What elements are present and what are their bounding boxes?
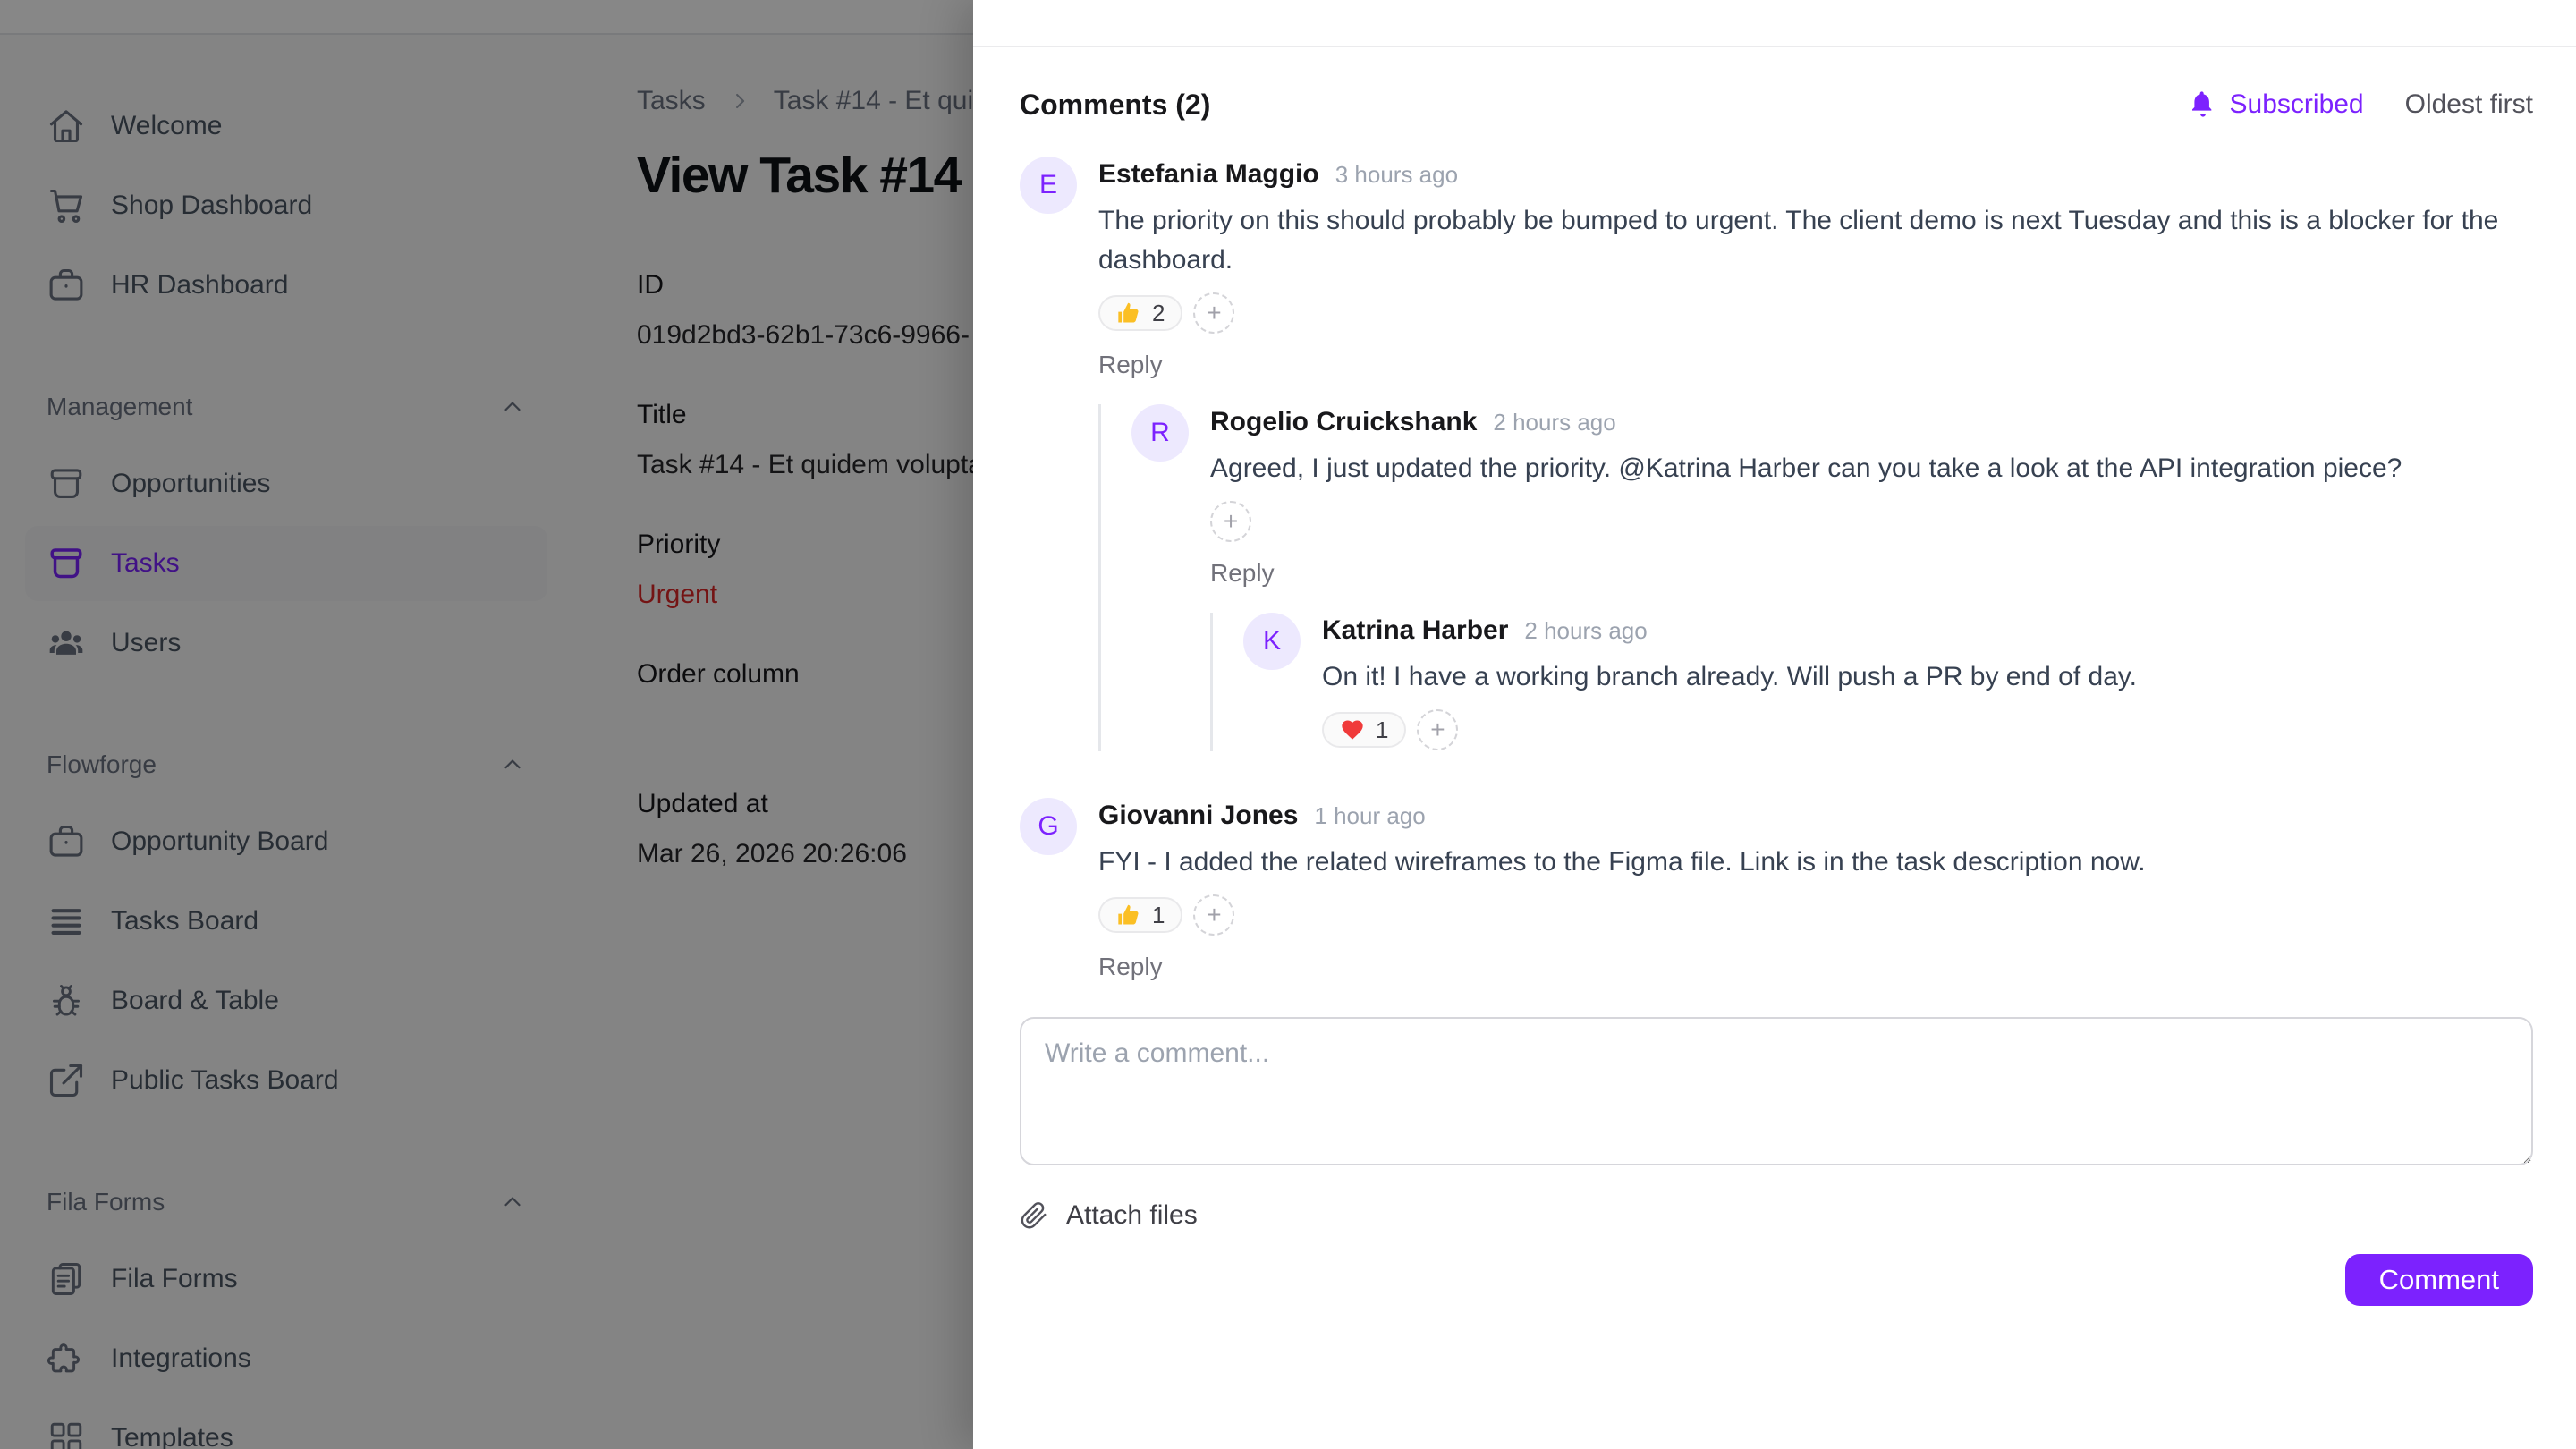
thumbs-up-icon — [1116, 301, 1141, 326]
reply-button[interactable]: Reply — [1098, 953, 1163, 981]
heart-icon — [1340, 717, 1365, 742]
panel-header-bar — [973, 0, 2576, 47]
comment-meta: Giovanni Jones 1 hour ago — [1098, 798, 2533, 831]
avatar: E — [1020, 157, 1077, 214]
comments-header-actions: Subscribed Oldest first — [2189, 89, 2533, 120]
attach-files-label: Attach files — [1066, 1200, 1198, 1231]
reactions-row: 1 + — [1098, 894, 2533, 936]
comment-meta: Rogelio Cruickshank 2 hours ago — [1210, 404, 2533, 437]
comments-title: Comments (2) — [1020, 89, 1210, 122]
sort-order-button[interactable]: Oldest first — [2405, 89, 2533, 120]
avatar: G — [1020, 798, 1077, 855]
add-reaction-button[interactable]: + — [1210, 501, 1251, 542]
reactions-row: 2 + — [1098, 292, 2533, 335]
comment-author: Katrina Harber — [1322, 615, 1508, 646]
replies-thread: R Rogelio Cruickshank 2 hours ago Agreed… — [1098, 404, 2533, 751]
reactions-row: + — [1210, 500, 2533, 543]
comment: E Estefania Maggio 3 hours ago The prior… — [1020, 157, 2533, 751]
comments-panel: Comments (2) Subscribed Oldest first E — [973, 0, 2576, 1449]
reaction-count: 1 — [1152, 902, 1165, 929]
reply-button[interactable]: Reply — [1210, 559, 1275, 588]
comment-meta: Estefania Maggio 3 hours ago — [1098, 157, 2533, 190]
comment-reply: R Rogelio Cruickshank 2 hours ago Agreed… — [1131, 404, 2533, 751]
reaction-pill[interactable]: 1 — [1098, 897, 1182, 933]
composer-actions: Comment — [1020, 1254, 2533, 1306]
bell-icon — [2189, 90, 2217, 119]
avatar-initial: G — [1038, 811, 1058, 842]
comment-text: Agreed, I just updated the priority. @Ka… — [1210, 449, 2533, 488]
comments-list: E Estefania Maggio 3 hours ago The prior… — [1020, 157, 2533, 981]
reactions-row: 1 + — [1322, 708, 2533, 751]
reaction-pill[interactable]: 1 — [1322, 712, 1406, 748]
comment-text: The priority on this should probably be … — [1098, 201, 2533, 280]
reaction-count: 1 — [1376, 716, 1388, 744]
avatar-initial: E — [1039, 170, 1057, 200]
reaction-count: 2 — [1152, 300, 1165, 327]
add-reaction-button[interactable]: + — [1193, 292, 1234, 334]
avatar: K — [1243, 613, 1301, 670]
thumbs-up-icon — [1116, 902, 1141, 928]
add-reaction-button[interactable]: + — [1193, 894, 1234, 936]
panel-body: Comments (2) Subscribed Oldest first E — [973, 47, 2576, 1447]
avatar-initial: K — [1263, 626, 1281, 657]
attach-files-button[interactable]: Attach files — [1020, 1200, 1198, 1231]
reaction-pill[interactable]: 2 — [1098, 295, 1182, 331]
subscribed-button[interactable]: Subscribed — [2189, 89, 2364, 120]
comment-text: FYI - I added the related wireframes to … — [1098, 843, 2533, 882]
comment-composer: Attach files Comment — [1020, 1017, 2533, 1306]
comment-timestamp: 2 hours ago — [1524, 617, 1647, 645]
avatar-initial: R — [1150, 418, 1170, 448]
avatar: R — [1131, 404, 1189, 462]
paperclip-icon — [1020, 1201, 1048, 1230]
comment-text: On it! I have a working branch already. … — [1322, 657, 2533, 697]
comment-author: Estefania Maggio — [1098, 159, 1319, 190]
comment-author: Rogelio Cruickshank — [1210, 407, 1477, 437]
comment-author: Giovanni Jones — [1098, 801, 1298, 831]
comment-timestamp: 3 hours ago — [1335, 161, 1458, 189]
add-reaction-button[interactable]: + — [1417, 709, 1458, 750]
comment-timestamp: 2 hours ago — [1493, 409, 1615, 436]
subscribed-label: Subscribed — [2230, 89, 2364, 120]
comment-meta: Katrina Harber 2 hours ago — [1322, 613, 2533, 646]
comment-input[interactable] — [1020, 1017, 2533, 1165]
comment: G Giovanni Jones 1 hour ago FYI - I adde… — [1020, 798, 2533, 981]
comment-reply: K Katrina Harber 2 hours ago — [1243, 613, 2533, 751]
replies-thread: K Katrina Harber 2 hours ago — [1210, 613, 2533, 751]
reply-button[interactable]: Reply — [1098, 351, 1163, 379]
comment-submit-button[interactable]: Comment — [2345, 1254, 2533, 1306]
comment-timestamp: 1 hour ago — [1314, 802, 1425, 830]
comments-header: Comments (2) Subscribed Oldest first — [1020, 87, 2533, 123]
